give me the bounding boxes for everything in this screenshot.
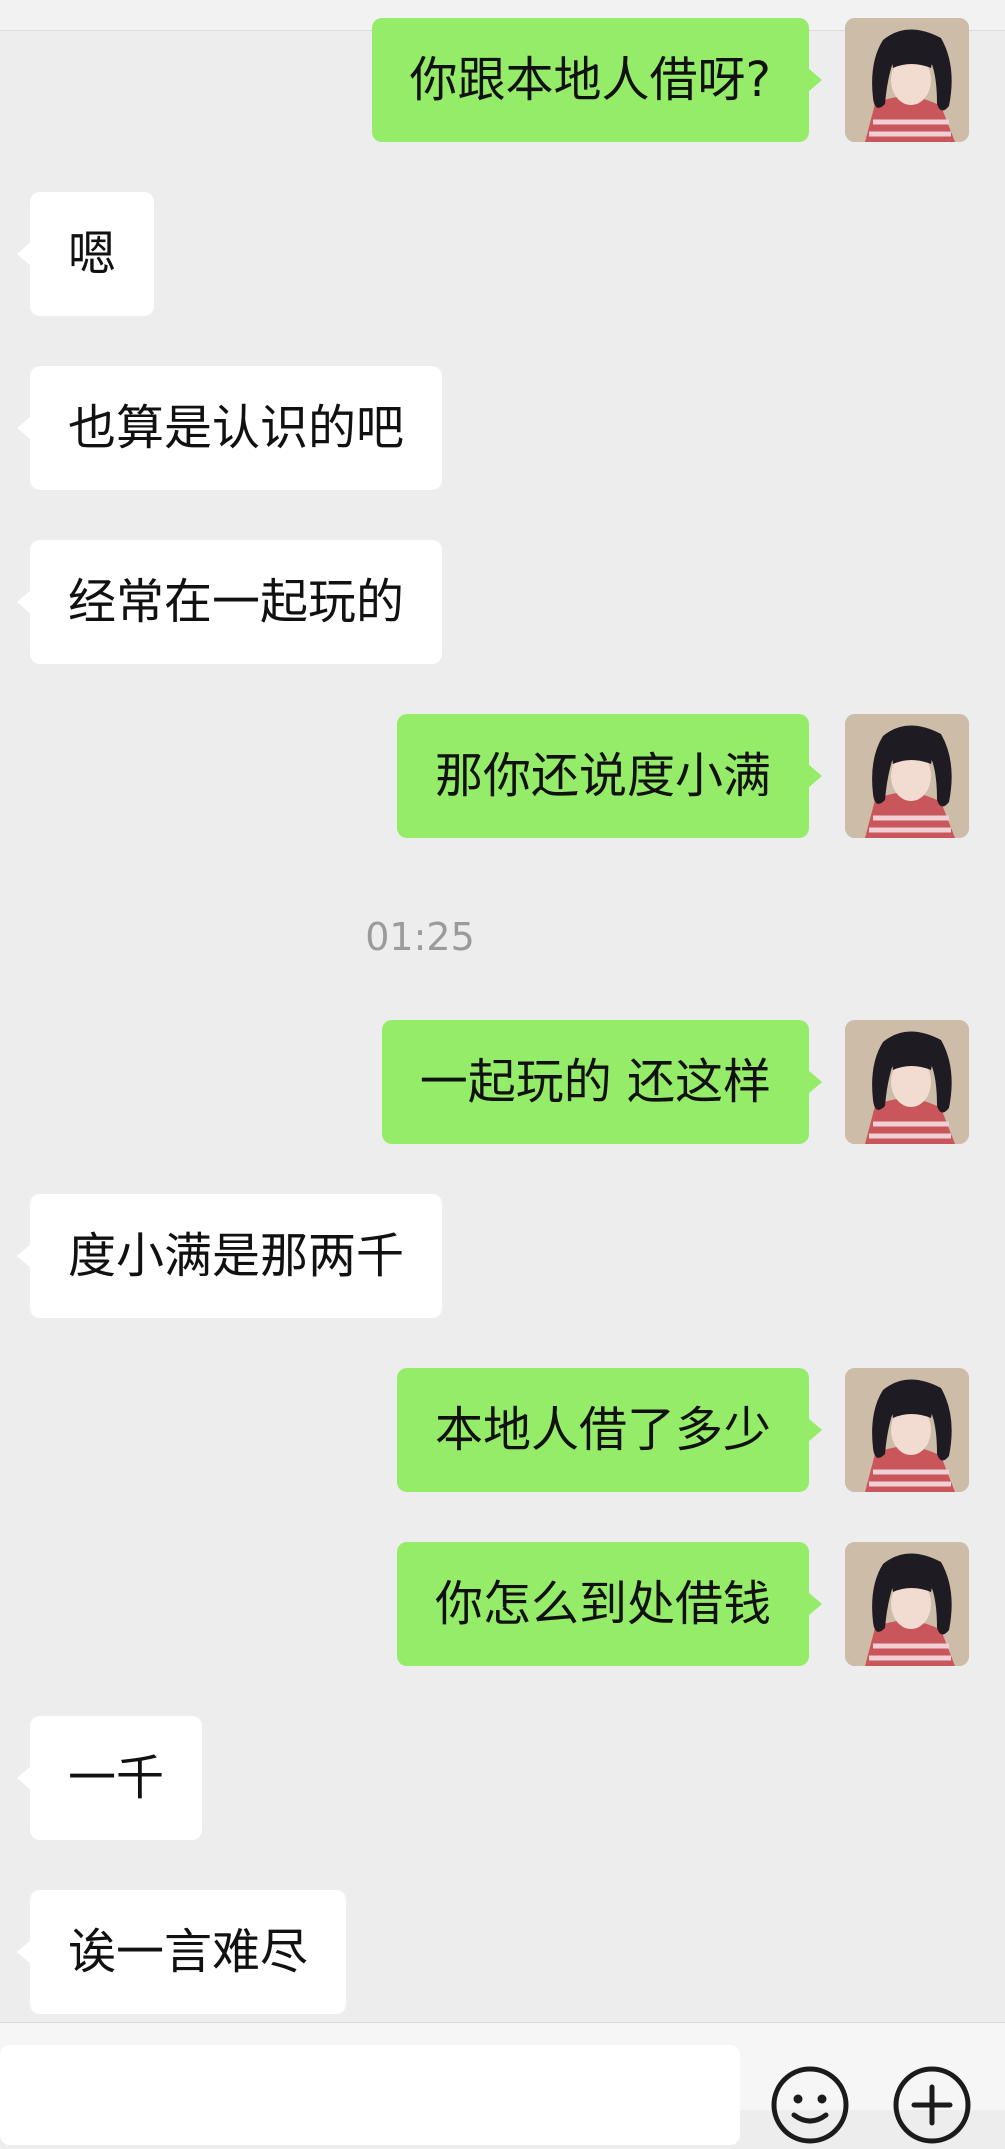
received-message-bubble[interactable]: 一千 (16, 1716, 203, 1840)
chat-message-list[interactable]: 你跟本地人借呀? 嗯 也算是认识的吧 经常在一起玩的 那你还说度小满 01:25 (0, 0, 1005, 2020)
user-avatar[interactable] (845, 1020, 969, 1144)
user-avatar[interactable] (845, 1542, 969, 1666)
user-avatar[interactable] (845, 714, 969, 838)
user-avatar[interactable] (845, 18, 969, 142)
chat-timestamp: 01:25 (365, 915, 475, 959)
received-message-bubble[interactable]: 也算是认识的吧 (16, 366, 443, 490)
emoji-icon[interactable] (770, 2065, 850, 2145)
sent-message-bubble[interactable]: 一起玩的 还这样 (381, 1020, 823, 1144)
received-message-bubble[interactable]: 经常在一起玩的 (16, 540, 443, 664)
sent-message-bubble[interactable]: 你跟本地人借呀? (371, 18, 823, 142)
chat-input-bar (0, 2022, 1005, 2145)
sent-message-bubble[interactable]: 那你还说度小满 (396, 714, 823, 838)
received-message-bubble[interactable]: 度小满是那两千 (16, 1194, 443, 1318)
message-input[interactable] (0, 2045, 740, 2145)
sent-message-bubble[interactable]: 你怎么到处借钱 (396, 1542, 823, 1666)
user-avatar[interactable] (845, 1368, 969, 1492)
received-message-bubble[interactable]: 诶一言难尽 (16, 1890, 347, 2014)
received-message-bubble[interactable]: 嗯 (16, 192, 155, 316)
sent-message-bubble[interactable]: 本地人借了多少 (396, 1368, 823, 1492)
plus-icon[interactable] (892, 2065, 972, 2145)
